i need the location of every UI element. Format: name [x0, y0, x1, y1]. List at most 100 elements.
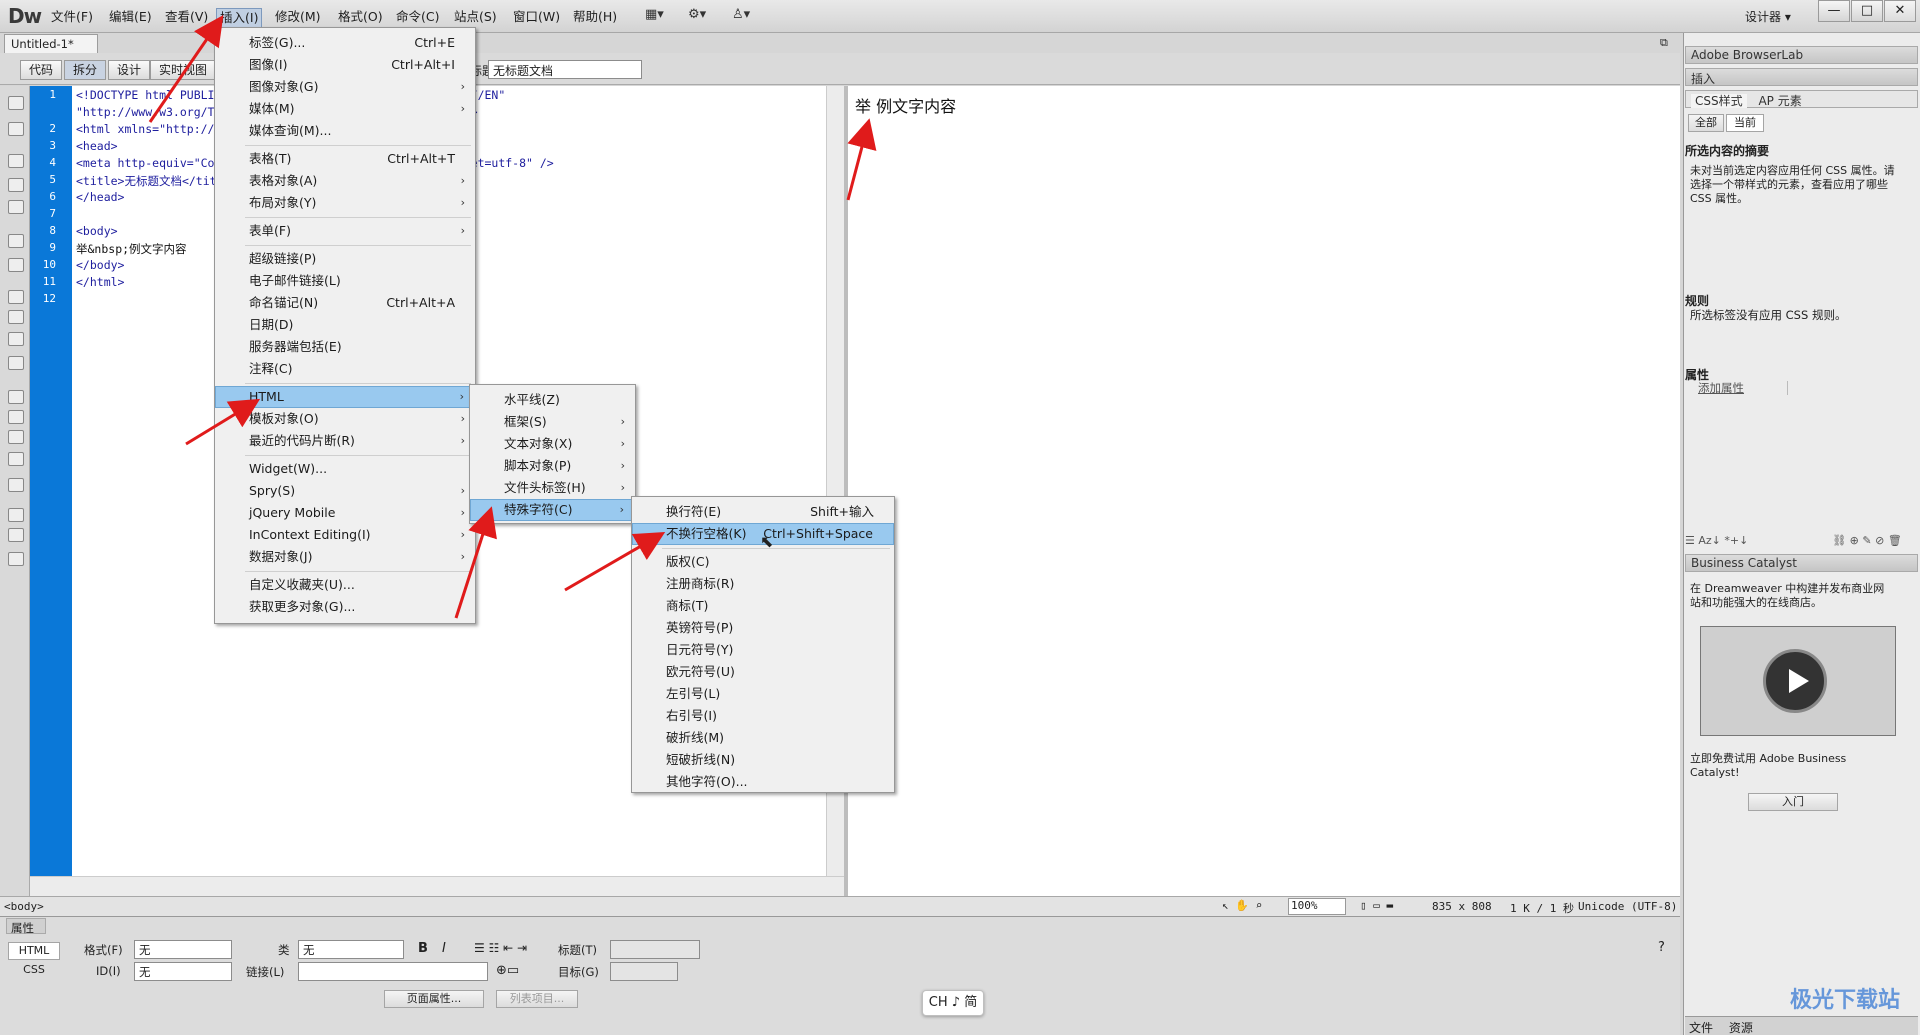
menu-item[interactable]: 注释(C) — [215, 358, 475, 380]
document-title-input[interactable]: 无标题文档 — [488, 60, 642, 79]
live-view-button[interactable]: 实时视图 — [150, 60, 217, 80]
menu-item-9[interactable]: 帮助(H) — [570, 8, 620, 26]
menu-item[interactable]: 短破折线(N) — [632, 749, 894, 771]
menu-item[interactable]: 自定义收藏夹(U)... — [215, 574, 475, 596]
maximize-button[interactable]: □ — [1851, 0, 1883, 22]
bold-button[interactable]: B — [418, 941, 428, 956]
menu-item[interactable]: 图像(I) Ctrl+Alt+I — [215, 54, 475, 76]
bc-panel-header[interactable]: Business Catalyst — [1685, 554, 1918, 572]
menu-item[interactable]: 表单(F) › — [215, 220, 475, 242]
coding-tool-icon[interactable] — [8, 452, 24, 466]
coding-tool-icon[interactable] — [8, 508, 24, 522]
coding-tool-icon[interactable] — [8, 234, 24, 248]
coding-tool-icon[interactable] — [8, 154, 24, 168]
menu-item[interactable]: 欧元符号(U) — [632, 661, 894, 683]
list-icons[interactable]: ☰ ☷ ⇤ ⇥ — [474, 941, 527, 955]
italic-button[interactable]: I — [442, 941, 446, 956]
id-select[interactable]: 无 — [134, 962, 232, 981]
menu-item[interactable]: 表格(T) Ctrl+Alt+T — [215, 148, 475, 170]
code-line[interactable]: <head> — [76, 139, 118, 153]
html-mode-button[interactable]: HTML — [8, 942, 60, 960]
menu-item[interactable]: 脚本对象(P) › — [470, 455, 635, 477]
link-input[interactable] — [298, 962, 488, 981]
menu-item-4[interactable]: 修改(M) — [272, 8, 324, 26]
menu-item-1[interactable]: 编辑(E) — [106, 8, 155, 26]
restore-doc-icon[interactable]: ⧉ — [1660, 36, 1668, 50]
menu-item[interactable]: 换行符(E) Shift+输入 — [632, 501, 894, 523]
menu-item[interactable]: 商标(T) — [632, 595, 894, 617]
site-icon[interactable]: ♙▾ — [732, 7, 750, 22]
design-view-button[interactable]: 设计 — [108, 60, 151, 80]
menu-item[interactable]: 电子邮件链接(L) — [215, 270, 475, 292]
menu-item[interactable]: 命名锚记(N) Ctrl+Alt+A — [215, 292, 475, 314]
menu-item[interactable]: 水平线(Z) — [470, 389, 635, 411]
format-select[interactable]: 无 — [134, 940, 232, 959]
menu-item[interactable]: HTML › — [215, 386, 475, 408]
gear-icon[interactable]: ⚙▾ — [688, 7, 706, 22]
close-window-button[interactable]: ✕ — [1884, 0, 1916, 22]
select-tool-icon[interactable]: ↖ ✋ ⌕ — [1222, 899, 1262, 912]
css-mode-button[interactable]: CSS — [8, 962, 60, 980]
window-size-icon[interactable]: ▯ ▭ ▬ — [1360, 899, 1393, 912]
tab-files[interactable]: 文件 — [1689, 1021, 1713, 1035]
menu-item[interactable]: 超级链接(P) — [215, 248, 475, 270]
menu-item[interactable]: 图像对象(G) › — [215, 76, 475, 98]
add-property-link[interactable]: 添加属性 — [1698, 381, 1788, 395]
menu-item[interactable]: 布局对象(Y) › — [215, 192, 475, 214]
code-line[interactable]: <body> — [76, 224, 118, 238]
coding-tool-icon[interactable] — [8, 290, 24, 304]
layout-icon[interactable]: ▦▾ — [645, 7, 664, 22]
zoom-select[interactable]: 100% — [1288, 898, 1346, 915]
coding-tool-icon[interactable] — [8, 356, 24, 370]
coding-tool-icon[interactable] — [8, 122, 24, 136]
menu-item[interactable]: 最近的代码片断(R) › — [215, 430, 475, 452]
coding-tool-icon[interactable] — [8, 200, 24, 214]
class-select[interactable]: 无 — [298, 940, 404, 959]
design-view[interactable] — [848, 86, 1680, 896]
heading-input[interactable] — [610, 940, 700, 959]
code-horizontal-scrollbar[interactable] — [30, 876, 844, 896]
code-line[interactable]: </head> — [76, 190, 124, 204]
split-view-button[interactable]: 拆分 — [64, 60, 107, 80]
menu-item[interactable]: Widget(W)... — [215, 458, 475, 480]
menu-item-0[interactable]: 文件(F) — [48, 8, 96, 26]
workspace-switcher[interactable]: 设计器 ▾ — [1745, 8, 1791, 25]
menu-item[interactable]: 数据对象(J) › — [215, 546, 475, 568]
menu-item[interactable]: 日期(D) — [215, 314, 475, 336]
menu-item-5[interactable]: 格式(O) — [335, 8, 386, 26]
browserlab-panel-header[interactable]: Adobe BrowserLab — [1685, 46, 1918, 64]
menu-item[interactable]: 英镑符号(P) — [632, 617, 894, 639]
menu-item[interactable]: 版权(C) — [632, 551, 894, 573]
code-line[interactable]: </html> — [76, 275, 124, 289]
menu-item[interactable]: 模板对象(O) › — [215, 408, 475, 430]
list-item-button[interactable]: 列表项目... — [496, 990, 578, 1008]
menu-item[interactable]: 表格对象(A) › — [215, 170, 475, 192]
menu-insert[interactable]: 插入(I) — [216, 8, 263, 28]
page-properties-button[interactable]: 页面属性... — [384, 990, 484, 1008]
menu-item-7[interactable]: 站点(S) — [451, 8, 500, 26]
menu-item[interactable]: 媒体(M) › — [215, 98, 475, 120]
bc-start-button[interactable]: 入门 — [1748, 793, 1838, 811]
coding-tool-icon[interactable] — [8, 478, 24, 492]
help-icon[interactable]: ? — [1658, 940, 1665, 955]
menu-item[interactable]: 媒体查询(M)... — [215, 120, 475, 142]
tab-assets[interactable]: 资源 — [1729, 1021, 1753, 1035]
menu-item[interactable]: 服务器端包括(E) — [215, 336, 475, 358]
menu-item[interactable]: 文本对象(X) › — [470, 433, 635, 455]
menu-item[interactable]: 左引号(L) — [632, 683, 894, 705]
coding-tool-icon[interactable] — [8, 552, 24, 566]
menu-item[interactable]: 破折线(M) — [632, 727, 894, 749]
insert-panel-header[interactable]: 插入 — [1685, 68, 1918, 86]
menu-item-2[interactable]: 查看(V) — [162, 8, 211, 26]
css-panel-toolbar-icons[interactable]: ☰ Az↓ *+↓ ⛓ ⊕ ✎ ⊘ 🗑 — [1685, 534, 1918, 550]
menu-item[interactable]: InContext Editing(I) › — [215, 524, 475, 546]
browse-folder-icon[interactable]: ⊕▭ — [496, 963, 519, 978]
target-select[interactable] — [610, 962, 678, 981]
ime-indicator[interactable]: CH ♪ 简 — [922, 990, 984, 1016]
design-body-text[interactable]: 举 例文字内容 — [855, 93, 956, 117]
document-tab[interactable]: Untitled-1* × — [4, 34, 98, 65]
menu-item[interactable]: 日元符号(Y) — [632, 639, 894, 661]
menu-item[interactable]: 框架(S) › — [470, 411, 635, 433]
coding-tool-icon[interactable] — [8, 310, 24, 324]
code-view-button[interactable]: 代码 — [20, 60, 63, 80]
